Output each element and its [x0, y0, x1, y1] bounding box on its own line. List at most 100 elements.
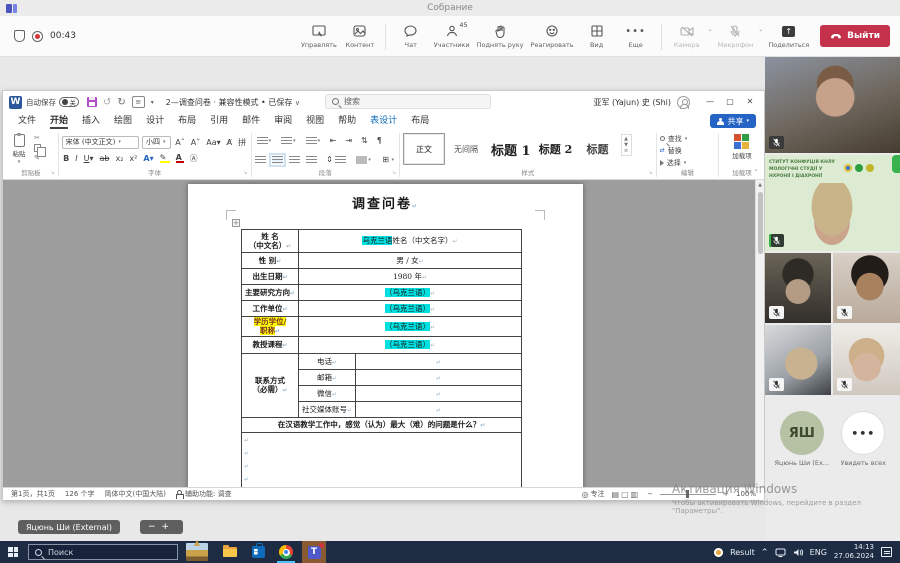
- camera-chevron-icon[interactable]: ⌄: [708, 26, 713, 33]
- camera-button[interactable]: Камера: [669, 22, 705, 51]
- table-cell-label[interactable]: 工作单位↵: [242, 301, 299, 317]
- account-area[interactable]: 亚军 (Yajun) 史 (Shi): [593, 96, 690, 109]
- table-cell-label[interactable]: 教授课程↵: [242, 336, 299, 353]
- question-cell[interactable]: 在汉语教学工作中，感觉（认为）最大（难）的问题是什么？↵: [242, 417, 522, 432]
- file-explorer-icon[interactable]: [218, 541, 242, 563]
- highlight-color-icon[interactable]: ✎: [158, 153, 171, 163]
- network-icon[interactable]: [775, 548, 786, 557]
- save-icon[interactable]: [87, 97, 97, 107]
- teams-icon[interactable]: T: [302, 541, 326, 563]
- content-button[interactable]: Контент: [342, 22, 378, 51]
- manage-button[interactable]: Управлять: [299, 22, 339, 51]
- table-cell-label[interactable]: 联系方式 （必需）↵: [242, 353, 299, 417]
- text-effects-icon[interactable]: A▾: [142, 154, 155, 163]
- tab-design[interactable]: 设计: [139, 114, 171, 129]
- align-right-icon[interactable]: [289, 156, 300, 164]
- mic-chevron-icon[interactable]: ⌄: [758, 26, 763, 33]
- start-button[interactable]: [0, 541, 26, 563]
- table-move-handle[interactable]: +: [232, 219, 240, 227]
- word-share-button[interactable]: 共享 ▾: [710, 114, 756, 128]
- tab-home[interactable]: 开始: [43, 114, 75, 129]
- subscript-button[interactable]: x₂: [114, 154, 125, 163]
- table-cell-sublabel[interactable]: 邮箱↵: [299, 369, 356, 385]
- collapse-ribbon-icon[interactable]: ˅: [755, 169, 759, 177]
- table-cell-sublabel[interactable]: 社交媒体账号↵: [299, 401, 356, 417]
- style-title[interactable]: 标题: [577, 133, 619, 165]
- dialog-launcher-icon[interactable]: ↘: [243, 169, 247, 178]
- participants-button[interactable]: 45 Участники: [432, 22, 472, 51]
- table-cell-sublabel[interactable]: 微信↵: [299, 385, 356, 401]
- autosave-toggle[interactable]: 关: [59, 97, 79, 107]
- font-color-icon[interactable]: A: [174, 153, 185, 163]
- language-indicator[interactable]: 简体中文(中国大陆): [105, 489, 166, 499]
- line-spacing-icon[interactable]: ⇕: [323, 155, 349, 164]
- pen-mode-icon[interactable]: ≡: [132, 96, 145, 108]
- word-search-box[interactable]: 搜索: [325, 94, 491, 109]
- find-button[interactable]: 查找▾: [660, 134, 688, 144]
- zoom-out-icon[interactable]: −: [148, 522, 162, 532]
- paste-button[interactable]: 粘贴 ▾: [7, 131, 31, 169]
- align-left-icon[interactable]: [255, 156, 266, 164]
- paragraph-marks-icon[interactable]: ¶: [375, 136, 383, 145]
- participant-video[interactable]: СТИТУТ КОНФУЦІЯ КНЛУ МОЛОГІЧНІ СТУДІЇ У …: [765, 155, 900, 251]
- participant-video[interactable]: [765, 325, 831, 395]
- table-cell-value[interactable]: 乌克兰语姓名（中文名字）↵: [299, 230, 522, 253]
- microsoft-store-icon[interactable]: [246, 541, 270, 563]
- raise-hand-button[interactable]: Поднять руку: [475, 22, 526, 51]
- tab-view[interactable]: 视图: [299, 114, 331, 129]
- table-cell-value[interactable]: （乌克兰语）↵: [299, 301, 522, 317]
- table-cell-value[interactable]: （乌克兰语）↵: [299, 317, 522, 337]
- shading-icon[interactable]: ▾: [354, 156, 373, 164]
- survey-table[interactable]: 姓 名 （中文名）↵ 乌克兰语姓名（中文名字）↵ 性 别↵ 男 / 女↵: [241, 229, 522, 487]
- addins-icon[interactable]: [734, 134, 749, 149]
- style-normal[interactable]: 正文: [403, 133, 445, 165]
- table-cell-label[interactable]: 学历学位/ 职称↵: [242, 317, 299, 337]
- increase-indent-icon[interactable]: ⇥: [344, 136, 354, 145]
- tab-table-layout[interactable]: 布局: [404, 114, 436, 129]
- view-button[interactable]: Вид: [579, 22, 615, 51]
- align-center-icon[interactable]: [272, 156, 283, 164]
- underline-button[interactable]: U▾: [82, 154, 95, 163]
- italic-button[interactable]: I: [74, 154, 79, 163]
- select-button[interactable]: 选择▾: [660, 158, 688, 168]
- styles-gallery-scroll[interactable]: ▲▼≡: [621, 134, 632, 156]
- vertical-scrollbar[interactable]: ▲: [755, 180, 764, 487]
- font-name-select[interactable]: 宋体 (中文正文)▾: [62, 136, 139, 149]
- table-cell-value[interactable]: （乌克兰语）↵: [299, 285, 522, 301]
- multilevel-list-icon[interactable]: ▾: [304, 137, 323, 145]
- cut-icon[interactable]: ✂: [34, 134, 41, 142]
- language-indicator[interactable]: ENG: [810, 548, 827, 557]
- more-button[interactable]: ••• Еще: [618, 22, 654, 51]
- document-canvas[interactable]: 调查问卷↵ + 姓 名 （中文名）↵ 乌克兰语姓名（中文名字）↵: [3, 180, 764, 487]
- table-cell-label[interactable]: 性 别↵: [242, 253, 299, 269]
- tab-references[interactable]: 引用: [203, 114, 235, 129]
- dialog-launcher-icon[interactable]: ↘: [649, 169, 653, 178]
- bold-button[interactable]: B: [62, 154, 71, 163]
- tab-mailings[interactable]: 邮件: [235, 114, 267, 129]
- participant-video[interactable]: [765, 57, 900, 153]
- autosave-control[interactable]: 自动保存 关: [26, 97, 79, 108]
- view-mode-icons[interactable]: ▤▢▥: [612, 490, 641, 499]
- undo-icon[interactable]: ↺: [103, 97, 111, 108]
- table-cell-value[interactable]: 1980 年↵: [299, 269, 522, 285]
- strikethrough-button[interactable]: ab: [98, 154, 111, 163]
- copy-icon[interactable]: [34, 144, 41, 152]
- see-all-tile[interactable]: ••• Увидеть всех: [833, 411, 893, 467]
- see-all-icon[interactable]: •••: [841, 411, 885, 455]
- table-cell-label[interactable]: 姓 名 （中文名）↵: [242, 230, 299, 253]
- mic-button[interactable]: Микрофон: [716, 22, 756, 51]
- document-page[interactable]: 调查问卷↵ + 姓 名 （中文名）↵ 乌克兰语姓名（中文名字）↵: [188, 184, 583, 487]
- maximize-button[interactable]: ▢: [720, 92, 740, 112]
- doc-heading[interactable]: 调查问卷↵: [188, 184, 583, 212]
- table-cell-value[interactable]: ↵: [356, 369, 522, 385]
- table-cell-label[interactable]: 主要研究方向↵: [242, 285, 299, 301]
- answer-cell[interactable]: ↵ ↵ ↵ ↵: [242, 432, 522, 487]
- tab-insert[interactable]: 插入: [75, 114, 107, 129]
- accessibility-status[interactable]: 辅助功能: 调查: [176, 489, 232, 499]
- taskbar-search[interactable]: Поиск: [28, 544, 178, 560]
- table-cell-value[interactable]: ↵: [356, 401, 522, 417]
- char-border-icon[interactable]: Ⓐ: [188, 153, 199, 164]
- justify-icon[interactable]: [306, 156, 317, 164]
- borders-icon[interactable]: ⊞▾: [379, 155, 396, 164]
- table-cell-label[interactable]: 出生日期↵: [242, 269, 299, 285]
